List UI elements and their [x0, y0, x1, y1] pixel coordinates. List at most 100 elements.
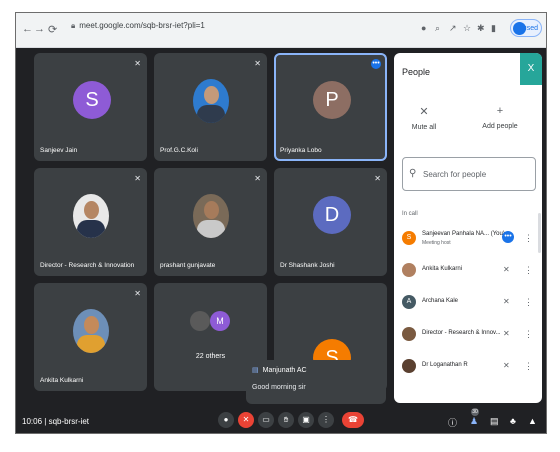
avatar: D	[313, 196, 351, 234]
search-placeholder: Search for people	[423, 170, 487, 179]
muted-mic-icon: ✕	[134, 289, 141, 298]
bookmark-star-icon[interactable]: ☆	[463, 23, 471, 34]
participant-row[interactable]: S Sanjeevan Panhala NA... (You) Meeting …	[394, 227, 542, 251]
activities-icon[interactable]: ♣︎	[510, 416, 516, 426]
meeting-code: sqb-brsr-iet	[48, 417, 90, 426]
muted-mic-icon: ✕	[254, 59, 261, 68]
camera-off-button[interactable]: ✕	[238, 412, 254, 428]
add-people-button[interactable]: + Add people	[480, 105, 520, 130]
mic-off-icon: ✕	[503, 329, 510, 338]
participant-name: Archana Kale	[422, 298, 459, 304]
avatar: M	[210, 311, 230, 331]
participant-name: Sanjeev Jain	[40, 147, 78, 154]
participant-name: Director - Research & Innovation	[40, 262, 135, 269]
forward-icon[interactable]: →	[34, 23, 45, 35]
microphone-button[interactable]: ●	[218, 412, 234, 428]
participant-name: Sanjeevan Panhala NA... (You)	[422, 231, 505, 237]
panel-scrollbar[interactable]	[538, 213, 541, 253]
avatar: A	[402, 295, 416, 309]
more-options-button[interactable]: ⋮	[318, 412, 334, 428]
back-icon[interactable]: ←	[22, 23, 33, 35]
sidepanel-icon[interactable]: ▮	[491, 23, 496, 34]
address-bar[interactable]: 🔒︎ meet.google.com/sqb-brsr-iet?pli=1	[71, 21, 205, 31]
participant-name: prashant gunjavate	[160, 262, 216, 269]
section-label: In call	[402, 211, 418, 217]
kebab-menu-icon[interactable]: ⋮	[524, 265, 533, 276]
more-options-icon[interactable]: •••	[371, 59, 381, 69]
more-options-icon[interactable]: •••	[502, 231, 514, 243]
search-icon: ⚲	[409, 168, 417, 179]
people-icon[interactable]: ♟︎	[470, 416, 478, 427]
participant-name: Ankita Kulkarni	[422, 266, 463, 272]
participant-tile[interactable]: ✕ prashant gunjavate	[154, 168, 267, 276]
participant-photo	[193, 194, 229, 238]
participant-name: Dr Shashank Joshi	[280, 262, 335, 269]
participant-row[interactable]: Director - Research & Innov... ✕ ⋮	[394, 323, 542, 347]
avatar	[513, 22, 526, 35]
mic-off-icon: ✕	[503, 297, 510, 306]
browser-toolbar: ← → ⟳ 🔒︎ meet.google.com/sqb-brsr-iet?pli…	[16, 13, 546, 48]
mic-off-icon: ✕	[503, 265, 510, 274]
panel-title: People	[402, 67, 431, 77]
chat-notification[interactable]: ▤ Manjunath AC Good morning sir	[246, 360, 386, 404]
close-panel-button[interactable]: X	[520, 53, 542, 85]
chat-icon[interactable]: ▤	[490, 416, 499, 427]
mic-off-icon: ✕	[503, 361, 510, 370]
mic-off-icon: ✕	[419, 106, 429, 118]
participant-tile[interactable]: ✕ S Sanjeev Jain	[34, 53, 147, 161]
lock-icon: 🔒︎	[71, 21, 76, 30]
leave-call-button[interactable]: ☎︎	[342, 412, 364, 428]
participant-name: Director - Research & Innov...	[422, 330, 501, 336]
reload-icon[interactable]: ⟳	[48, 23, 57, 36]
chat-message: Good morning sir	[252, 384, 306, 391]
share-icon[interactable]: ↗	[449, 23, 457, 34]
screenshot-frame: ← → ⟳ 🔒︎ meet.google.com/sqb-brsr-iet?pli…	[15, 12, 547, 434]
participant-name: Ankita Kulkarni	[40, 377, 84, 384]
captions-button[interactable]: ▭	[258, 412, 274, 428]
raise-hand-button[interactable]: ✋︎	[278, 412, 294, 428]
participant-name: Priyanka Lobo	[280, 147, 322, 154]
participant-photo	[190, 311, 210, 331]
participant-tile[interactable]: ✕ Ankita Kulkarni	[34, 283, 147, 391]
kebab-menu-icon[interactable]: ⋮	[524, 329, 533, 340]
present-button[interactable]: ▣	[298, 412, 314, 428]
control-bar: 10:06 | sqb-brsr-iet ● ✕ ▭ ✋︎ ▣ ⋮ ☎︎ ⓘ 3…	[16, 408, 546, 433]
search-people-input[interactable]: ⚲ Search for people	[402, 157, 536, 191]
add-people-label: Add people	[482, 123, 518, 130]
avatar	[402, 327, 416, 341]
profile-button[interactable]: Paused	[510, 19, 542, 37]
muted-mic-icon: ✕	[254, 174, 261, 183]
host-controls-icon[interactable]: ▲	[528, 416, 537, 426]
people-panel: People X ✕ Mute all + Add people ⚲ Search …	[394, 53, 542, 403]
extensions-icon[interactable]: ✱	[477, 23, 485, 34]
participant-photo	[193, 79, 229, 123]
participant-count-badge: 30	[471, 408, 479, 416]
participant-row[interactable]: Ankita Kulkarni ✕ ⋮	[394, 259, 542, 283]
chat-icon: ▤	[252, 367, 259, 374]
meeting-details: 10:06 | sqb-brsr-iet	[22, 417, 89, 426]
kebab-menu-icon[interactable]: ⋮	[524, 233, 533, 244]
zoom-icon[interactable]: ⌕	[435, 23, 440, 34]
kebab-menu-icon[interactable]: ⋮	[524, 297, 533, 308]
kebab-menu-icon[interactable]: ⋮	[524, 361, 533, 372]
meet-stage: ✕ S Sanjeev Jain ✕ Prof.G.C.Koli ••• P P…	[16, 48, 546, 433]
mute-all-button[interactable]: ✕ Mute all	[404, 105, 444, 131]
participant-name: Prof.G.C.Koli	[160, 147, 198, 154]
participant-tile[interactable]: ✕ Director - Research & Innovation	[34, 168, 147, 276]
muted-mic-icon: ✕	[134, 59, 141, 68]
participant-name: Dr Loganathan R	[422, 362, 468, 368]
muted-mic-icon: ✕	[374, 174, 381, 183]
participant-tile-active[interactable]: ••• P Priyanka Lobo	[274, 53, 387, 161]
separator: |	[44, 417, 47, 426]
participant-tile[interactable]: ✕ Prof.G.C.Koli	[154, 53, 267, 161]
participant-row[interactable]: Dr Loganathan R ✕ ⋮	[394, 355, 542, 379]
participant-tile[interactable]: ✕ D Dr Shashank Joshi	[274, 168, 387, 276]
meeting-time: 10:06	[22, 417, 43, 426]
others-count: 22 others	[195, 353, 226, 360]
avatar: S	[402, 231, 416, 245]
muted-mic-icon: ✕	[134, 174, 141, 183]
participant-row[interactable]: A Archana Kale ✕ ⋮	[394, 291, 542, 315]
participant-role: Meeting host	[422, 240, 451, 246]
info-icon[interactable]: ⓘ	[448, 416, 457, 429]
camera-permission-icon[interactable]: ●	[421, 23, 426, 33]
